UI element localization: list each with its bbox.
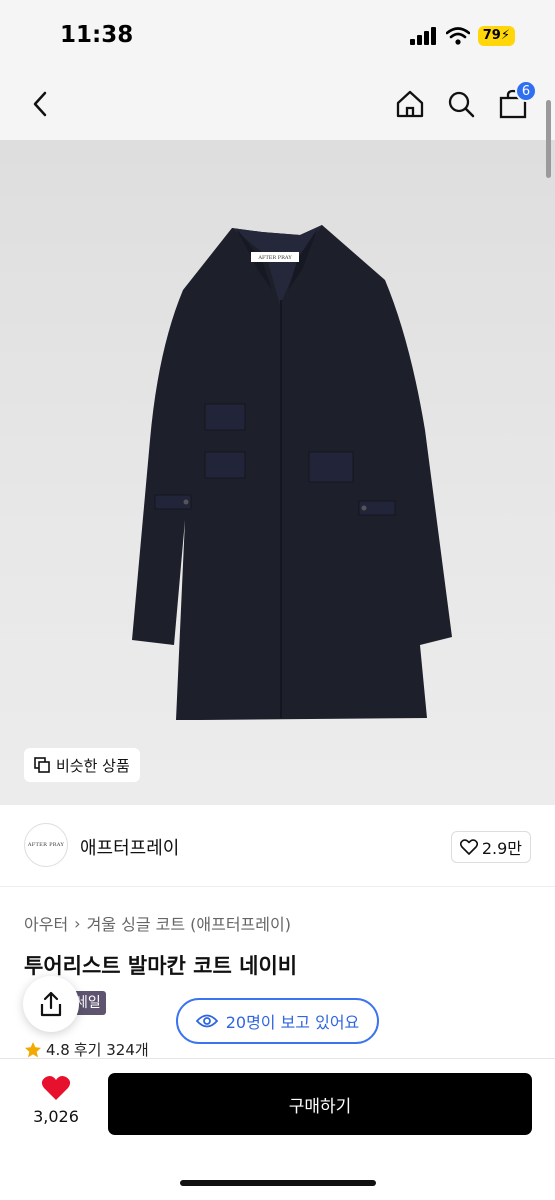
- scrollbar[interactable]: [546, 100, 551, 178]
- charging-icon: ⚡: [500, 28, 510, 43]
- brand-logo: AFTER PRAY: [24, 823, 68, 867]
- rating-value: 4.8: [46, 1040, 70, 1059]
- wishlist-button[interactable]: 3,026: [24, 1075, 88, 1126]
- bottom-purchase-bar: 3,026 구매하기: [0, 1058, 555, 1200]
- rating-row[interactable]: 4.8 후기 324개: [24, 1039, 149, 1060]
- star-icon: [25, 1041, 41, 1057]
- search-button[interactable]: [441, 84, 481, 124]
- brand-name[interactable]: 애프터프레이: [80, 834, 179, 860]
- share-button[interactable]: [23, 976, 79, 1032]
- similar-products-button[interactable]: 비슷한 상품: [24, 748, 140, 782]
- live-viewers-pill: 20명이 보고 있어요: [176, 998, 379, 1044]
- eye-icon: [195, 1014, 218, 1028]
- home-button[interactable]: [390, 84, 430, 124]
- live-viewers-text: 20명이 보고 있어요: [225, 1013, 360, 1032]
- coat-label: AFTER PRAY: [257, 255, 292, 261]
- product-title: 투어리스트 발마칸 코트 네이비: [24, 954, 298, 978]
- back-button[interactable]: [20, 84, 60, 124]
- chevron-left-icon: [33, 91, 47, 117]
- similar-products-label: 비슷한 상품: [56, 756, 130, 775]
- heart-filled-icon: [41, 1076, 71, 1100]
- signal-icon: [409, 27, 436, 45]
- brand-logo-text: AFTER PRAY: [27, 842, 65, 848]
- copy-icon: [34, 757, 50, 773]
- breadcrumb-item[interactable]: 겨울 싱글 코트 (애프터프레이): [87, 911, 291, 935]
- buy-button[interactable]: 구매하기: [108, 1073, 532, 1135]
- home-icon: [396, 90, 424, 118]
- search-icon: [448, 91, 475, 118]
- brand-like-button[interactable]: 2.9만: [450, 831, 531, 863]
- coat-image: AFTER PRAY: [132, 225, 452, 720]
- status-bar: 11:38 79⚡: [0, 0, 555, 70]
- wishlist-count: 3,026: [33, 1107, 79, 1126]
- status-time: 11:38: [60, 22, 134, 48]
- share-icon: [40, 991, 62, 1017]
- cart-button[interactable]: 6: [493, 80, 537, 124]
- breadcrumb: 아우터 › 겨울 싱글 코트 (애프터프레이): [24, 911, 291, 935]
- product-image[interactable]: AFTER PRAY 비슷한 상품: [0, 140, 555, 805]
- breadcrumb-separator: ›: [74, 913, 81, 933]
- nav-bar: 6: [0, 70, 555, 140]
- home-indicator: [180, 1180, 376, 1186]
- heart-outline-icon: [459, 839, 478, 855]
- cart-count-badge: 6: [515, 80, 537, 102]
- wifi-icon: [445, 27, 470, 45]
- battery-indicator: 79⚡: [477, 26, 515, 46]
- brand-row[interactable]: AFTER PRAY 애프터프레이 2.9만: [0, 805, 555, 887]
- brand-likes-count: 2.9만: [481, 839, 522, 858]
- battery-level: 79: [482, 28, 501, 43]
- status-icons: 79⚡: [409, 26, 515, 46]
- breadcrumb-item[interactable]: 아우터: [24, 911, 68, 935]
- review-count: 후기 324개: [73, 1041, 149, 1059]
